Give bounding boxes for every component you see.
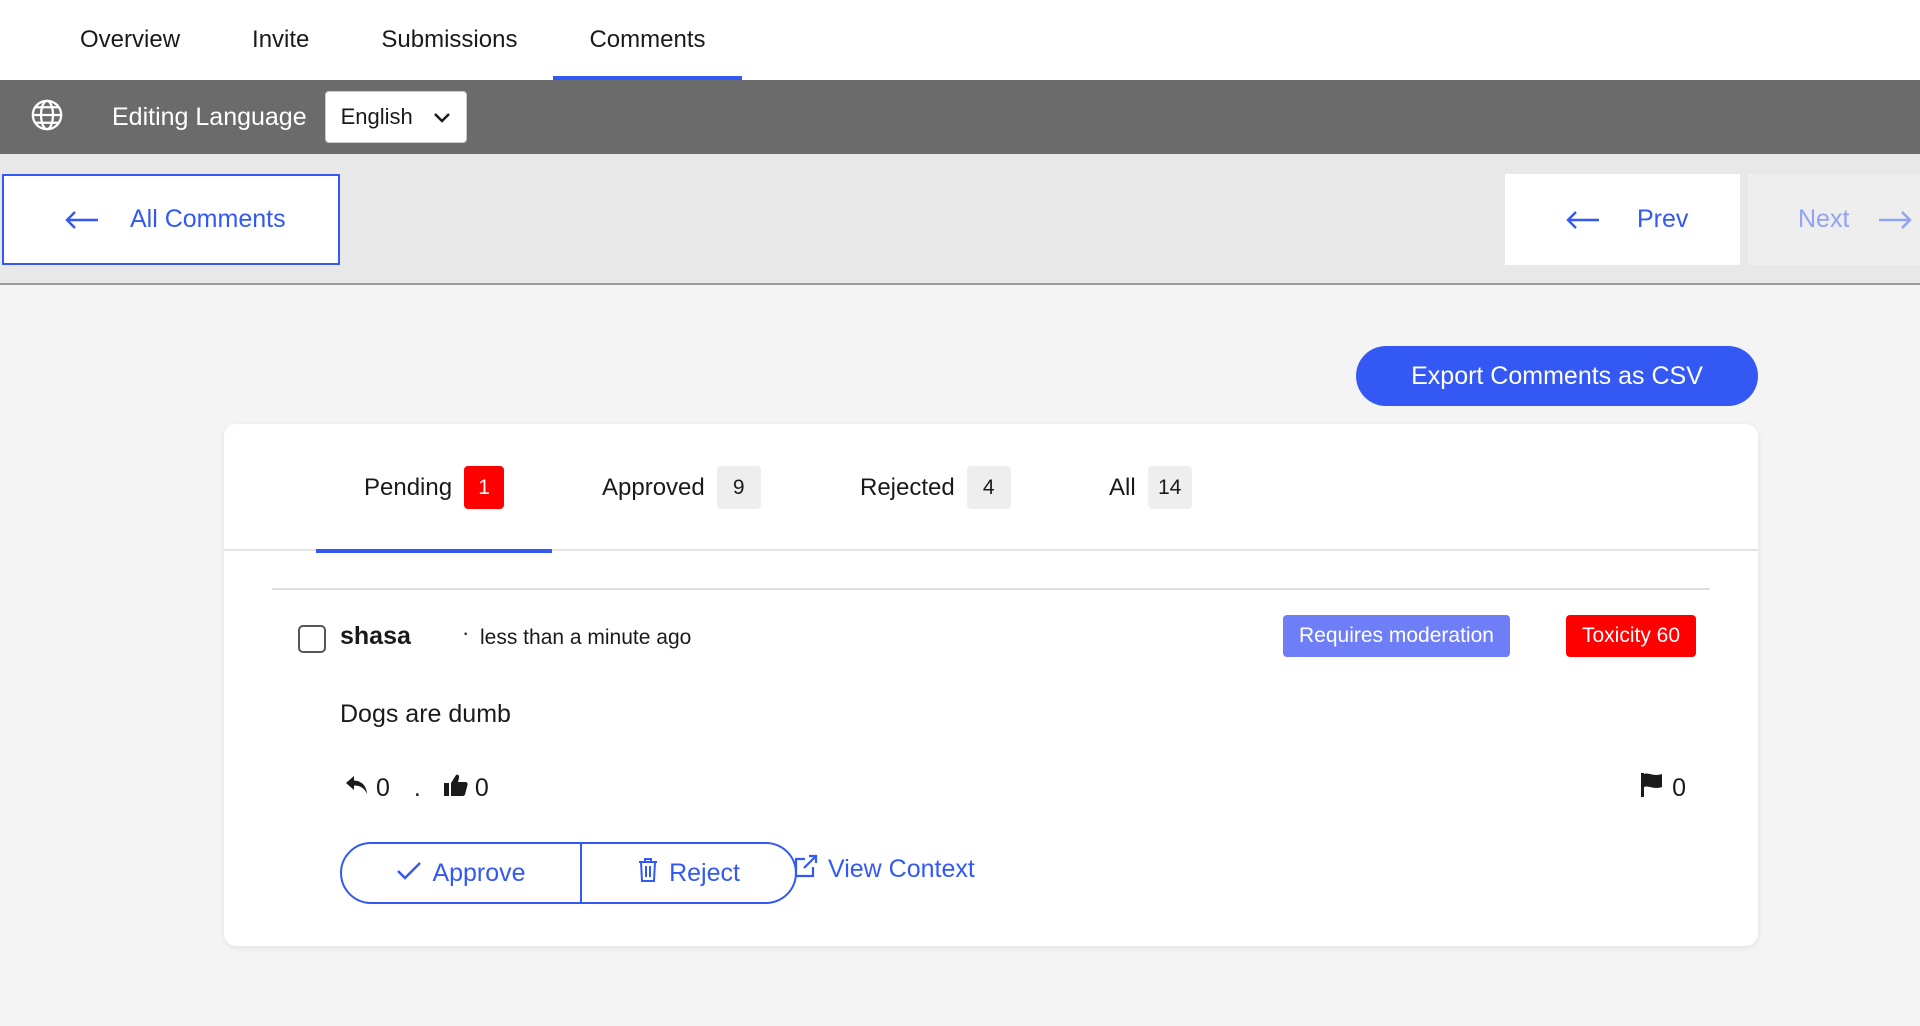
comments-card: Pending 1 Approved 9 Rejected 4 All 14 s…: [224, 424, 1758, 946]
tab-submissions[interactable]: Submissions: [345, 0, 553, 80]
tab-approved[interactable]: Approved 9: [602, 424, 761, 551]
comment-body: Dogs are dumb: [340, 700, 511, 728]
flag-count: 0: [1672, 774, 1686, 802]
view-context-link[interactable]: View Context: [794, 854, 975, 885]
requires-moderation-badge: Requires moderation: [1283, 615, 1510, 657]
comment-author: shasa: [340, 622, 411, 650]
comment-item: shasa · less than a minute ago Requires …: [272, 588, 1710, 928]
like-count: 0: [474, 774, 489, 802]
top-tabs: Overview Invite Submissions Comments: [0, 0, 1920, 80]
tab-invite[interactable]: Invite: [216, 0, 345, 80]
moderation-actions: Approve Reject: [340, 842, 797, 904]
approved-count-badge: 9: [716, 466, 761, 509]
tab-pending[interactable]: Pending 1: [316, 424, 553, 553]
reply-count: 0: [376, 774, 390, 802]
flag-icon: [1640, 772, 1664, 805]
rejected-count-badge: 4: [966, 466, 1011, 509]
arrow-left-icon: [64, 210, 100, 230]
all-count-badge: 14: [1147, 466, 1192, 509]
editing-language-label: Editing Language: [112, 102, 307, 131]
language-select[interactable]: English: [324, 91, 467, 143]
status-tabs: Pending 1 Approved 9 Rejected 4 All 14: [224, 424, 1758, 553]
approve-button[interactable]: Approve: [340, 842, 582, 904]
thumbs-up-icon: [443, 772, 469, 805]
tab-approved-label: Approved: [602, 473, 705, 501]
comment-stats: 0 . 0: [344, 772, 489, 805]
language-bar: Editing Language English: [0, 80, 1920, 154]
meta-separator: ·: [462, 620, 470, 645]
stat-separator: .: [413, 774, 421, 802]
next-button[interactable]: Next: [1748, 174, 1920, 265]
export-csv-button[interactable]: Export Comments as CSV: [1356, 346, 1758, 406]
all-comments-label: All Comments: [130, 205, 286, 233]
comment-nav-bar: All Comments Prev Next: [0, 154, 1920, 285]
all-comments-button[interactable]: All Comments: [2, 174, 340, 265]
language-select-value: English: [340, 104, 413, 129]
tab-rejected-label: Rejected: [860, 473, 955, 501]
tab-all[interactable]: All 14: [1109, 424, 1192, 551]
comment-select-checkbox[interactable]: [298, 625, 326, 653]
view-context-label: View Context: [828, 855, 975, 883]
tab-pending-label: Pending: [364, 473, 453, 501]
comment-timestamp: less than a minute ago: [480, 626, 692, 649]
arrow-right-icon: [1877, 210, 1913, 230]
reject-label: Reject: [669, 858, 740, 887]
flag-stat: 0: [1640, 772, 1686, 805]
globe-icon: [30, 98, 64, 137]
tab-rejected[interactable]: Rejected 4: [860, 424, 1011, 551]
prev-label: Prev: [1637, 205, 1689, 233]
check-icon: [396, 859, 432, 888]
trash-icon: [637, 857, 669, 890]
pending-count-badge: 1: [464, 466, 505, 509]
reply-icon: [344, 773, 370, 804]
tab-comments[interactable]: Comments: [553, 0, 742, 80]
tab-all-label: All: [1109, 473, 1136, 501]
approve-label: Approve: [432, 858, 526, 887]
chevron-down-icon: [433, 104, 451, 130]
arrow-left-icon: [1565, 210, 1601, 230]
prev-button[interactable]: Prev: [1505, 174, 1740, 265]
tab-overview[interactable]: Overview: [44, 0, 216, 80]
next-label: Next: [1798, 205, 1850, 233]
toxicity-badge: Toxicity 60: [1566, 615, 1697, 657]
reject-button[interactable]: Reject: [582, 842, 797, 904]
external-link-icon: [794, 854, 828, 885]
